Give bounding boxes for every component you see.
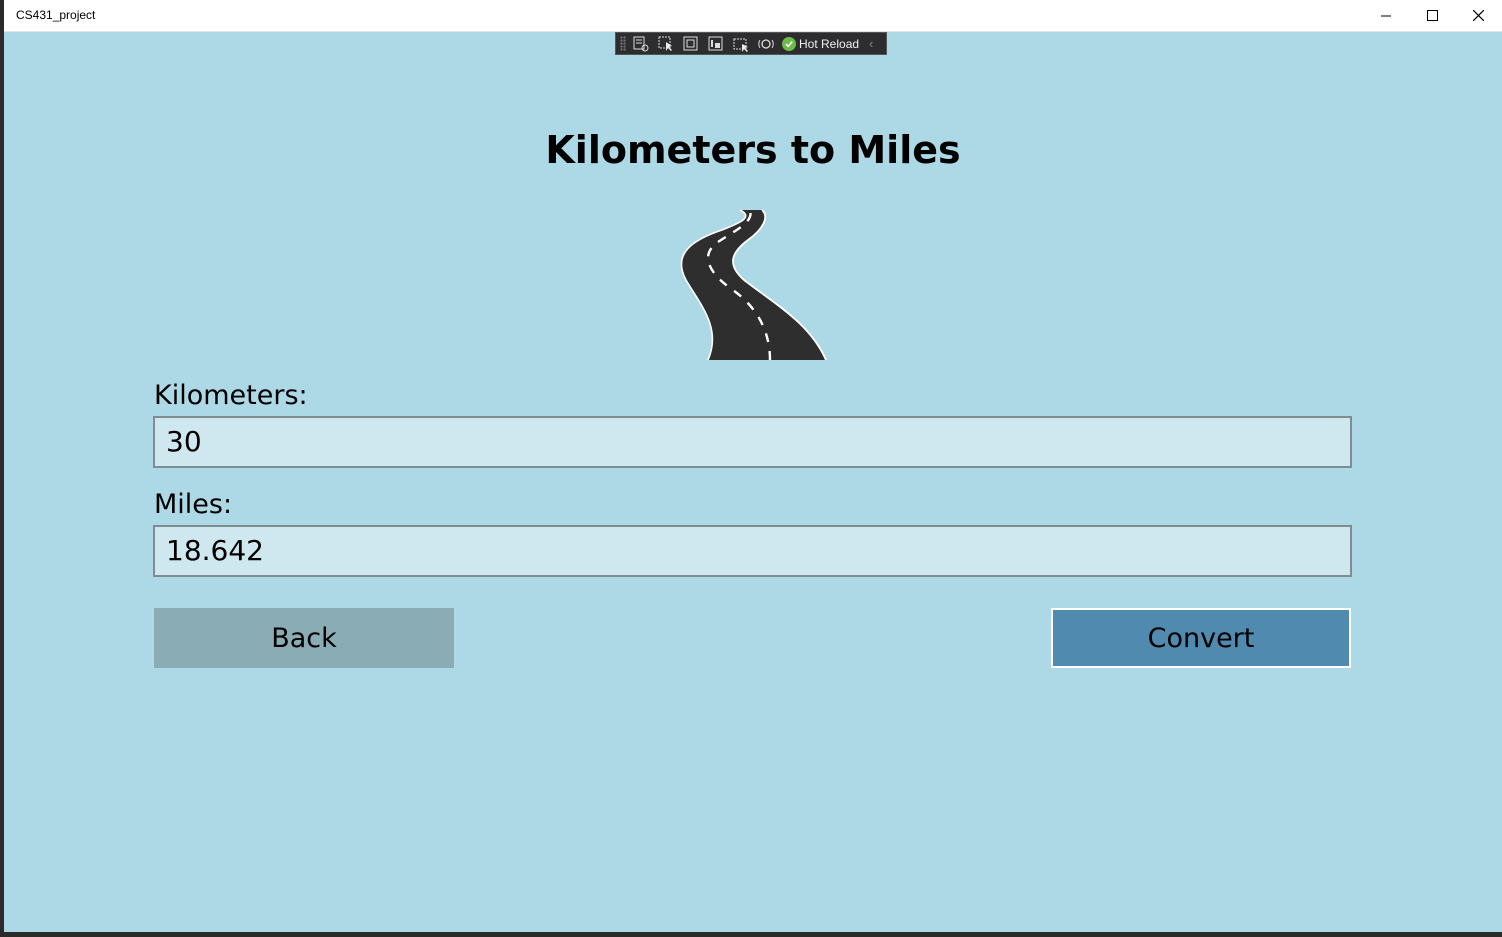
kilometers-label: Kilometers: (154, 380, 308, 411)
maximize-button[interactable] (1409, 0, 1455, 31)
minimize-icon (1381, 11, 1391, 21)
kilometers-input[interactable]: 30 (153, 416, 1352, 468)
title-bar[interactable]: CS431_project (4, 0, 1502, 32)
app-window: CS431_project Hot Reload ‹ Kilometers to… (4, 0, 1502, 932)
track-focus-icon[interactable] (705, 34, 727, 54)
page-title: Kilometers to Miles (545, 128, 961, 172)
collapse-toolbar-icon[interactable]: ‹ (869, 36, 873, 51)
xaml-debug-toolbar: Hot Reload ‹ (615, 32, 887, 55)
toolbar-grip[interactable] (620, 36, 626, 51)
back-button[interactable]: Back (154, 608, 454, 668)
xaml-hot-reload-settings-icon[interactable] (755, 34, 777, 54)
convert-button[interactable]: Convert (1051, 608, 1351, 668)
maximize-icon (1426, 10, 1438, 21)
miles-label: Miles: (154, 489, 233, 520)
close-icon (1472, 10, 1484, 21)
display-layout-adorners-icon[interactable] (680, 34, 702, 54)
checkmark-circle-icon (782, 36, 796, 51)
minimize-button[interactable] (1363, 0, 1409, 31)
live-visual-tree-icon[interactable] (630, 34, 652, 54)
hot-reload-label: Hot Reload (799, 36, 860, 51)
select-element-icon[interactable] (655, 34, 677, 54)
hot-reload-status[interactable]: Hot Reload (782, 36, 860, 51)
window-title: CS431_project (16, 8, 96, 22)
winding-road-icon (678, 208, 828, 365)
close-button[interactable] (1455, 0, 1501, 31)
binding-failures-icon[interactable] (730, 34, 752, 54)
miles-input[interactable]: 18.642 (153, 525, 1352, 577)
